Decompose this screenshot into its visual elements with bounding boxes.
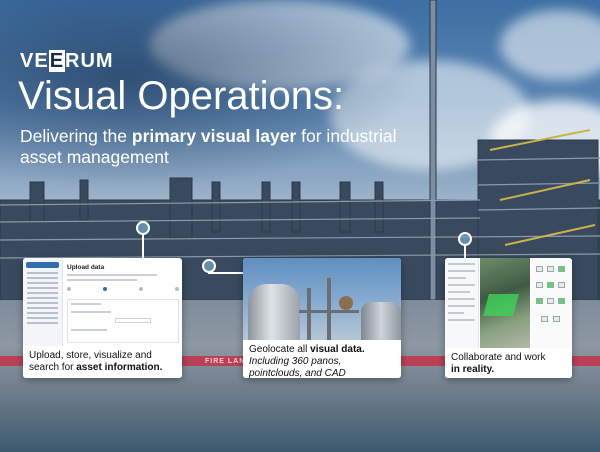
caption-emphasis: asset information. [76, 362, 163, 373]
caption-text: Collaborate and work [451, 352, 546, 363]
plant-photo [243, 258, 401, 342]
card-caption: Collaborate and work in reality. [445, 348, 572, 378]
floor-plan[interactable] [531, 258, 572, 348]
brand-logo[interactable]: VEERUM [20, 50, 114, 73]
feature-card-collaborate[interactable]: Collaborate and work in reality. [445, 258, 572, 378]
caption-text: Geolocate all [249, 344, 311, 355]
logo-accent-glyph: E [48, 50, 66, 72]
caption-emphasis: in reality. [451, 364, 495, 375]
app-sidebar [23, 258, 63, 348]
sidebar-primary-button[interactable] [26, 262, 59, 268]
pin-line [142, 233, 144, 259]
logo-text: VEERUM [20, 50, 114, 72]
subtitle-part: Delivering the [20, 126, 132, 146]
screen-title: Upload data [67, 264, 105, 271]
highlighted-asset[interactable] [483, 294, 519, 316]
form-field[interactable] [115, 318, 151, 323]
feature-card-geolocate[interactable]: Geolocate all visual data. Including 360… [243, 258, 401, 378]
pin-line [464, 244, 466, 258]
subtitle-emphasis: primary visual layer [131, 126, 297, 146]
step-indicator [103, 287, 107, 291]
step-indicator [67, 287, 71, 291]
location-pin-icon[interactable] [202, 259, 216, 273]
caption-emphasis: visual data. [310, 344, 365, 355]
properties-panel [445, 258, 479, 348]
pin-line [208, 272, 244, 274]
card-caption: Geolocate all visual data. Including 360… [243, 340, 401, 378]
upload-form [67, 299, 179, 343]
card-caption: Upload, store, visualize and search for … [23, 346, 182, 378]
location-pin-icon[interactable] [458, 232, 472, 246]
feature-card-upload[interactable]: Upload data Upload, store, visualize and… [23, 258, 182, 378]
upload-steps [67, 287, 179, 291]
3d-viewport[interactable] [480, 258, 530, 348]
step-indicator [139, 287, 143, 291]
headline: Visual Operations: [18, 74, 345, 118]
tank-graphic [248, 284, 300, 342]
location-pin-icon[interactable] [136, 221, 150, 235]
subtitle: Delivering the primary visual layer for … [20, 126, 440, 168]
upload-screen: Upload data [67, 264, 179, 348]
caption-detail: Including 360 panos, pointclouds, and CA… [249, 356, 346, 378]
step-indicator [175, 287, 179, 291]
tank-graphic [361, 302, 401, 342]
